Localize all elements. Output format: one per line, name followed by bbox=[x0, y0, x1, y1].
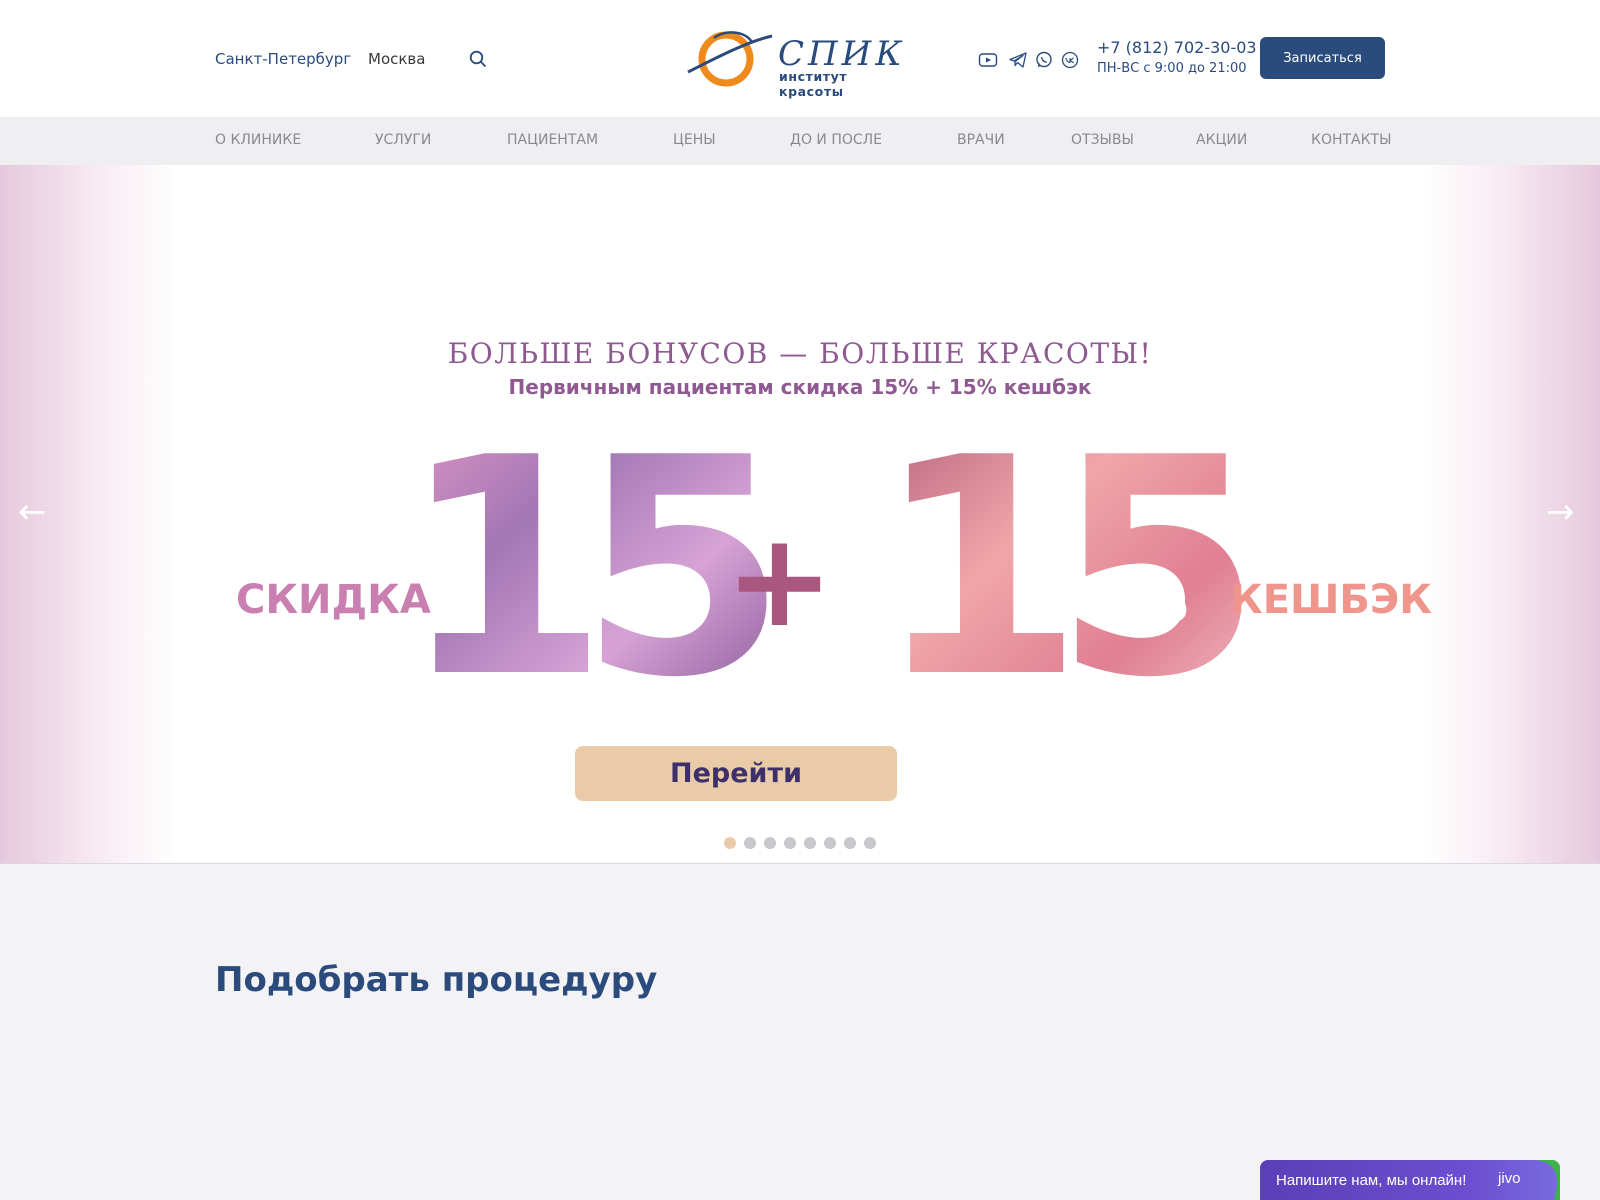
phone-link[interactable]: +7 (812) 702-30-03 bbox=[1097, 38, 1257, 57]
slider-dot[interactable] bbox=[724, 837, 736, 849]
nav-item-contacts[interactable]: КОНТАКТЫ bbox=[1311, 132, 1391, 148]
chat-widget[interactable]: Напишите нам, мы онлайн! jivo bbox=[1260, 1160, 1560, 1200]
nav-item-doctors[interactable]: ВРАЧИ bbox=[957, 132, 1005, 148]
nav-item-about[interactable]: О КЛИНИКЕ bbox=[215, 132, 301, 148]
cashback-percent: % bbox=[1132, 569, 1188, 634]
nav-item-services[interactable]: УСЛУГИ bbox=[375, 132, 431, 148]
slider-dot[interactable] bbox=[784, 837, 796, 849]
city-link-spb[interactable]: Санкт-Петербург bbox=[215, 50, 351, 68]
hero-subtitle: Первичным пациентам скидка 15% + 15% кеш… bbox=[508, 375, 1092, 399]
chat-brand-logo: jivo bbox=[1498, 1170, 1521, 1187]
slider-dot[interactable] bbox=[764, 837, 776, 849]
hero-go-button[interactable]: Перейти bbox=[575, 746, 897, 801]
site-header: Санкт-Петербург Москва СПИК институт кра… bbox=[0, 0, 1600, 117]
logo-emblem-icon bbox=[687, 31, 773, 87]
logo[interactable]: СПИК институт красоты bbox=[686, 28, 916, 99]
whatsapp-icon[interactable] bbox=[1034, 50, 1054, 70]
slider-dot[interactable] bbox=[744, 837, 756, 849]
youtube-icon[interactable] bbox=[978, 50, 998, 70]
logo-name: СПИК bbox=[778, 34, 906, 74]
discount-percent: % bbox=[650, 569, 706, 634]
nav-item-patients[interactable]: ПАЦИЕНТАМ bbox=[507, 132, 598, 148]
chat-status-leaf-icon bbox=[1536, 1160, 1560, 1200]
slider-dot[interactable] bbox=[844, 837, 856, 849]
nav-item-reviews[interactable]: ОТЗЫВЫ bbox=[1071, 132, 1134, 148]
cashback-number: 15 bbox=[875, 400, 1246, 680]
vk-icon[interactable] bbox=[1060, 50, 1080, 70]
hero-slider: ← → БОЛЬШЕ БОНУСОВ — БОЛЬШЕ КРАСОТЫ! Пер… bbox=[0, 165, 1600, 864]
slider-dot[interactable] bbox=[864, 837, 876, 849]
working-hours: ПН-ВС с 9:00 до 21:00 bbox=[1097, 61, 1247, 76]
logo-tagline: институт красоты bbox=[779, 69, 848, 99]
cashback-label: КЕШБЭК bbox=[1230, 577, 1432, 623]
hero-promo-banner: СКИДКА 15 % + 15 % КЕШБЭК bbox=[236, 400, 1432, 680]
book-appointment-button[interactable]: Записаться bbox=[1260, 37, 1385, 79]
nav-item-before-after[interactable]: ДО И ПОСЛЕ bbox=[790, 132, 882, 148]
hero-divider bbox=[0, 863, 1600, 864]
hero-title: БОЛЬШЕ БОНУСОВ — БОЛЬШЕ КРАСОТЫ! bbox=[447, 337, 1153, 370]
chat-prompt: Напишите нам, мы онлайн! bbox=[1276, 1172, 1467, 1189]
telegram-icon[interactable] bbox=[1008, 50, 1028, 70]
city-link-moscow[interactable]: Москва bbox=[368, 50, 425, 68]
main-nav: О КЛИНИКЕ УСЛУГИ ПАЦИЕНТАМ ЦЕНЫ ДО И ПОС… bbox=[0, 117, 1600, 165]
slider-prev-arrow[interactable]: ← bbox=[18, 495, 47, 529]
search-icon[interactable] bbox=[468, 49, 488, 69]
nav-item-prices[interactable]: ЦЕНЫ bbox=[673, 132, 716, 148]
slider-next-arrow[interactable]: → bbox=[1546, 495, 1575, 529]
discount-number: 15 bbox=[400, 400, 771, 680]
slider-dot[interactable] bbox=[824, 837, 836, 849]
nav-item-promotions[interactable]: АКЦИИ bbox=[1196, 132, 1247, 148]
slider-dots bbox=[724, 837, 876, 849]
plus-sign: + bbox=[725, 504, 834, 656]
slider-dot[interactable] bbox=[804, 837, 816, 849]
section-title-pick-procedure: Подобрать процедуру bbox=[215, 960, 658, 1000]
